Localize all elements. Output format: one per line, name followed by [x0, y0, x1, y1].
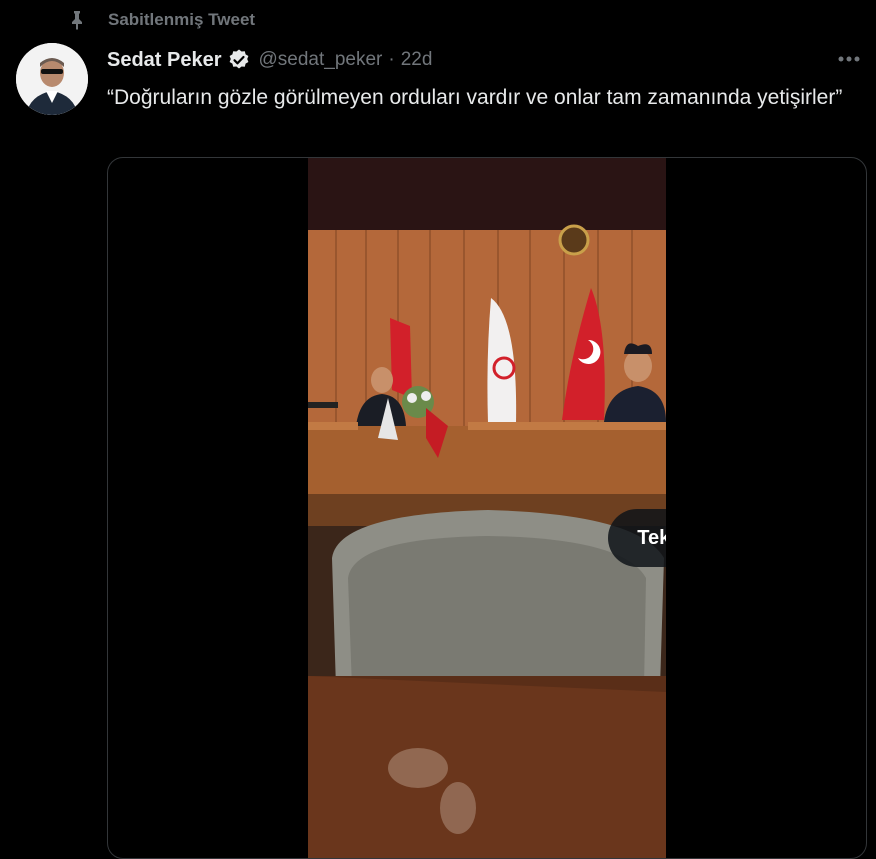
display-name[interactable]: Sedat Peker [107, 49, 222, 72]
more-options-icon[interactable] [836, 46, 862, 72]
pinned-tweet-indicator: Sabitlenmiş Tweet [68, 8, 255, 32]
user-handle[interactable]: @sedat_peker [259, 49, 383, 71]
video-media-card[interactable]: Tekrar izle [107, 157, 867, 859]
replay-button[interactable]: Tekrar izle [608, 509, 666, 567]
avatar[interactable] [16, 43, 88, 115]
pin-icon [68, 10, 86, 30]
verified-badge-icon [227, 48, 251, 72]
separator-dot: · [388, 49, 395, 70]
tweet-header: Sedat Peker @sedat_peker · 22d [107, 46, 432, 74]
video-frame[interactable]: Tekrar izle [308, 158, 666, 858]
tweet-text: “Doğruların gözle görülmeyen orduları va… [107, 86, 843, 109]
pinned-label: Sabitlenmiş Tweet [108, 10, 256, 29]
tweet-timestamp[interactable]: 22d [401, 49, 433, 71]
